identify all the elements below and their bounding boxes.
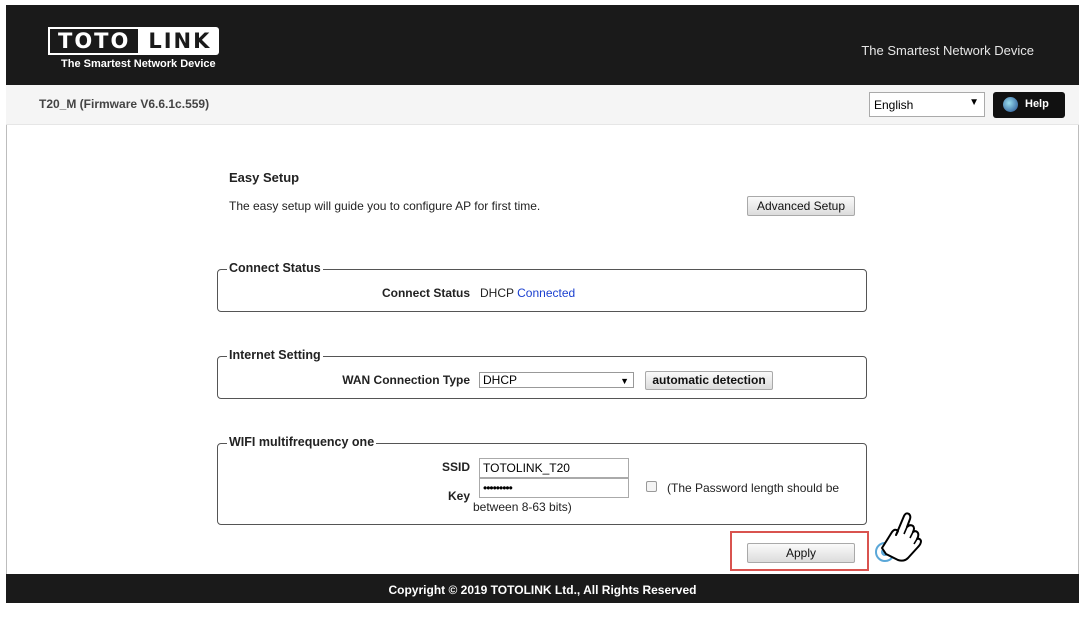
footer-bar: Copyright © 2019 TOTOLINK Ltd., All Righ… xyxy=(6,574,1079,603)
totolink-logo: TOTO LINK xyxy=(48,27,220,55)
logo-toto-text: TOTO xyxy=(48,27,141,55)
connect-status-legend: Connect Status xyxy=(227,261,323,275)
wan-connection-type-select[interactable]: DHCP ▼ xyxy=(479,372,634,388)
key-input[interactable]: ••••••••• xyxy=(479,478,629,498)
help-label: Help xyxy=(1025,98,1049,110)
connect-status-label: Connect Status xyxy=(381,286,470,300)
logo-link-text: LINK xyxy=(140,27,220,55)
wifi-legend: WIFI multifrequency one xyxy=(227,435,377,449)
wan-connection-type-label: WAN Connection Type xyxy=(342,373,470,387)
connect-status-value: DHCP Connected xyxy=(480,286,575,300)
page-title: Easy Setup xyxy=(229,170,300,185)
internet-setting-legend: Internet Setting xyxy=(227,348,323,362)
page-description: The easy setup will guide you to configu… xyxy=(229,199,541,213)
ssid-label: SSID xyxy=(441,460,470,474)
language-value: English xyxy=(874,98,914,112)
show-password-checkbox[interactable] xyxy=(646,481,657,492)
language-select[interactable]: English ▼ xyxy=(869,92,985,117)
hand-pointer-icon xyxy=(875,512,922,562)
automatic-detection-button[interactable]: automatic detection xyxy=(645,371,773,390)
firmware-version: T20_M (Firmware V6.6.1c.559) xyxy=(39,97,210,111)
connection-mode: DHCP xyxy=(480,286,514,300)
globe-icon xyxy=(1003,97,1018,112)
help-button[interactable]: Help xyxy=(993,92,1065,118)
password-hint-line1: (The Password length should be xyxy=(667,481,840,495)
header-slogan: The Smartest Network Device xyxy=(861,43,1034,58)
apply-button[interactable]: Apply xyxy=(747,543,855,563)
connection-state: Connected xyxy=(517,286,576,300)
chevron-down-icon: ▼ xyxy=(969,97,979,108)
password-hint-line2: between 8-63 bits) xyxy=(473,500,572,514)
chevron-down-icon: ▼ xyxy=(620,376,629,386)
ssid-input[interactable]: TOTOLINK_T20 xyxy=(479,458,629,478)
advanced-setup-button[interactable]: Advanced Setup xyxy=(747,196,855,216)
copyright-text: Copyright © 2019 TOTOLINK Ltd., All Righ… xyxy=(388,583,697,597)
wan-type-value: DHCP xyxy=(483,373,518,387)
logo-tagline: The Smartest Network Device xyxy=(61,58,216,70)
key-label: Key xyxy=(447,489,470,503)
